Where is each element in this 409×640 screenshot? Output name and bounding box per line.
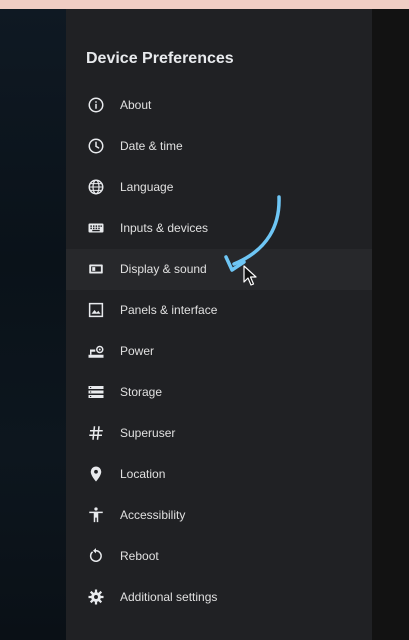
menu-item-additional-settings[interactable]: Additional settings xyxy=(66,577,372,618)
menu-item-reboot[interactable]: Reboot xyxy=(66,536,372,577)
globe-icon xyxy=(87,178,105,196)
mouse-pointer-icon xyxy=(243,265,257,286)
info-icon xyxy=(87,96,105,114)
clock-icon xyxy=(87,137,105,155)
menu-item-label: Storage xyxy=(120,385,163,399)
display-icon xyxy=(87,260,105,278)
menu-item-inputs-devices[interactable]: Inputs & devices xyxy=(66,208,372,249)
menu-item-label: Location xyxy=(120,467,166,481)
keyboard-icon xyxy=(87,219,105,237)
menu-item-power[interactable]: Power xyxy=(66,331,372,372)
menu-item-location[interactable]: Location xyxy=(66,454,372,495)
reboot-icon xyxy=(87,547,105,565)
menu-item-label: Inputs & devices xyxy=(120,221,209,235)
menu-item-about[interactable]: About xyxy=(66,85,372,126)
menu-item-label: Additional settings xyxy=(120,590,218,604)
background-left xyxy=(0,9,66,640)
location-pin-icon xyxy=(87,465,105,483)
storage-icon xyxy=(87,383,105,401)
menu-item-label: Display & sound xyxy=(120,262,207,276)
menu-item-label: Power xyxy=(120,344,155,358)
menu-item-label: Superuser xyxy=(120,426,176,440)
power-icon xyxy=(87,342,105,360)
menu-item-label: Date & time xyxy=(120,139,183,153)
menu-item-label: Panels & interface xyxy=(120,303,218,317)
menu-item-superuser[interactable]: Superuser xyxy=(66,413,372,454)
gear-icon xyxy=(87,588,105,606)
menu-item-accessibility[interactable]: Accessibility xyxy=(66,495,372,536)
top-status-strip xyxy=(0,0,409,9)
menu-item-panels-interface[interactable]: Panels & interface xyxy=(66,290,372,331)
menu-item-label: Accessibility xyxy=(120,508,186,522)
page-title: Device Preferences xyxy=(86,50,234,67)
background-right xyxy=(372,9,409,640)
menu-item-label: Reboot xyxy=(120,549,159,563)
settings-menu: About Date & time Language Inputs & devi… xyxy=(66,85,372,618)
image-icon xyxy=(87,301,105,319)
hash-icon xyxy=(87,424,105,442)
menu-item-label: Language xyxy=(120,180,174,194)
menu-item-storage[interactable]: Storage xyxy=(66,372,372,413)
device-preferences-panel: Device Preferences About Date & time Lan… xyxy=(66,9,372,640)
menu-item-date-time[interactable]: Date & time xyxy=(66,126,372,167)
menu-item-display-sound[interactable]: Display & sound xyxy=(66,249,372,290)
accessibility-icon xyxy=(87,506,105,524)
menu-item-language[interactable]: Language xyxy=(66,167,372,208)
menu-item-label: About xyxy=(120,98,152,112)
